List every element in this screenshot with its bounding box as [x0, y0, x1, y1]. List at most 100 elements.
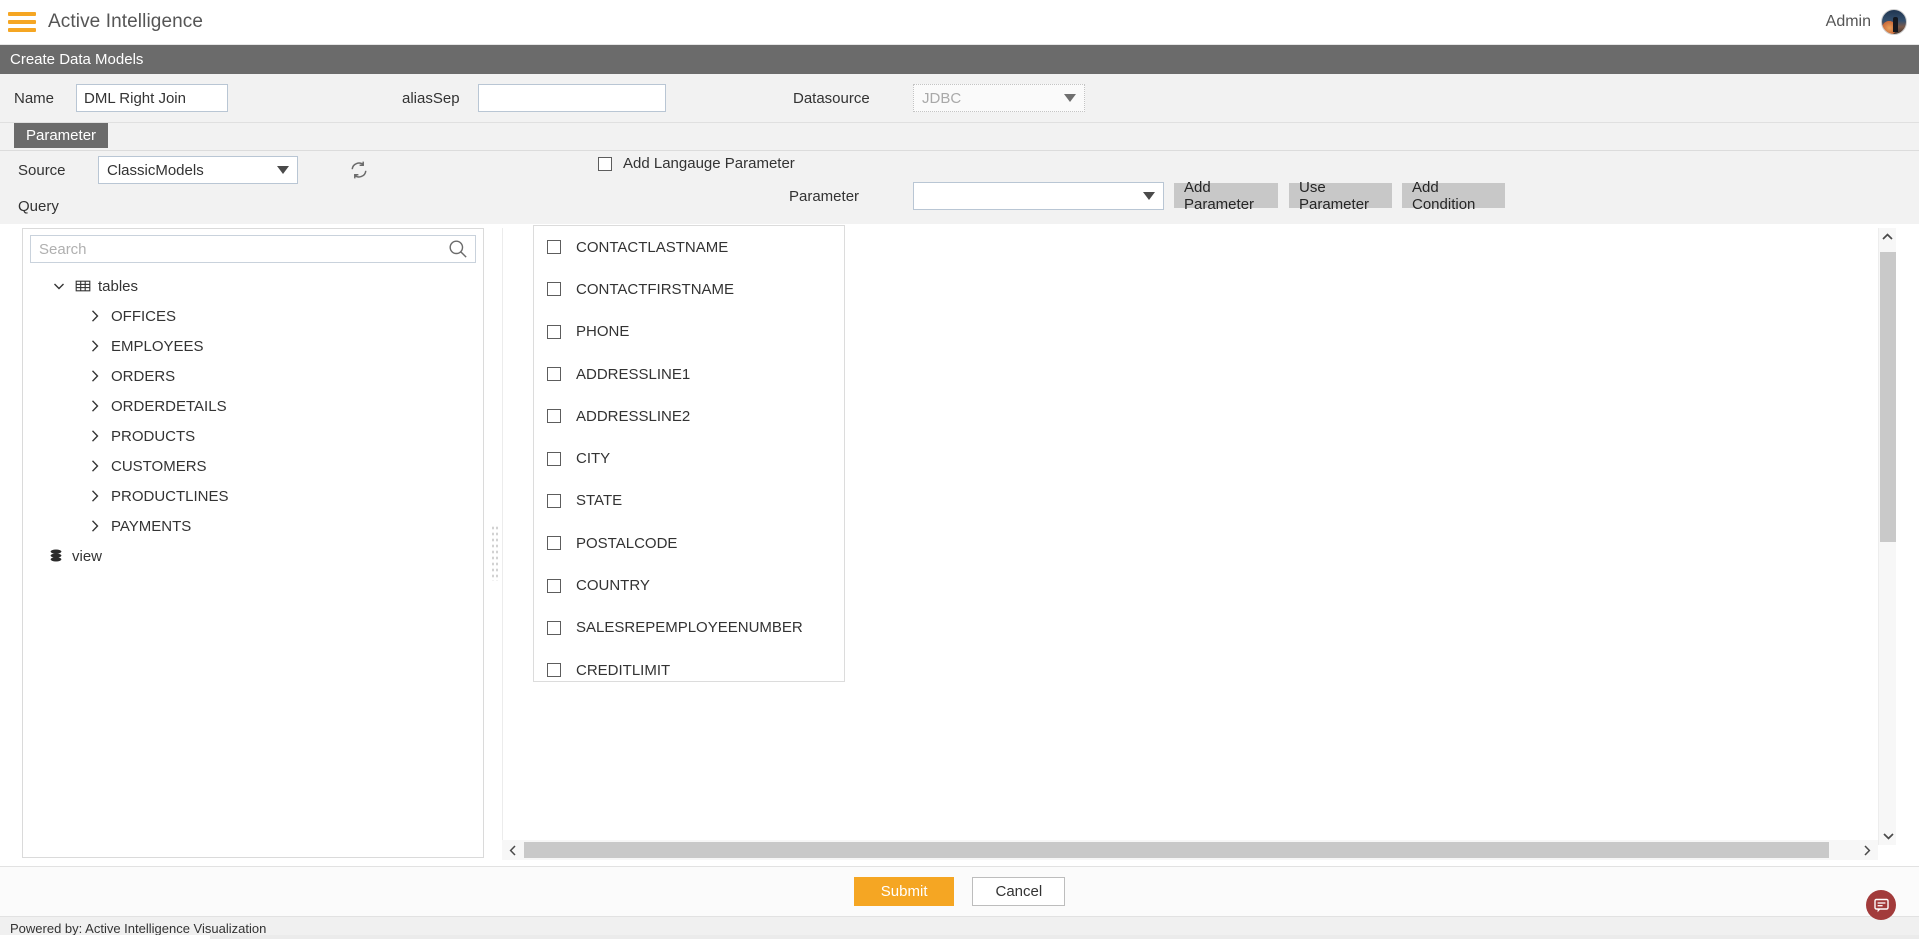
add-language-parameter-checkbox[interactable]: Add Langauge Parameter: [598, 155, 795, 172]
hamburger-icon[interactable]: [8, 12, 36, 32]
scroll-right-arrow[interactable]: [1856, 844, 1878, 856]
name-label: Name: [14, 90, 55, 107]
add-condition-label: Add Condition: [1412, 178, 1476, 213]
aliassep-label: aliasSep: [402, 90, 460, 107]
add-condition-button[interactable]: Add Condition: [1402, 179, 1505, 213]
field-checkbox[interactable]: [547, 578, 561, 593]
parameter-select[interactable]: [913, 182, 1164, 210]
field-checkbox[interactable]: [547, 324, 561, 339]
tab-parameter-label: Parameter: [26, 127, 97, 144]
panel-splitter[interactable]: [489, 520, 501, 585]
grid-icon: [75, 280, 91, 292]
chevron-down-icon: [277, 166, 289, 174]
search-icon[interactable]: [447, 238, 469, 260]
chevron-right-icon: [91, 370, 99, 382]
field-checkbox[interactable]: [547, 409, 561, 424]
field-row[interactable]: PHONE: [534, 311, 844, 353]
field-list-box: CONTACTLASTNAME CONTACTFIRSTNAME PHONE ADDR…: [533, 225, 845, 682]
chevron-right-icon: [91, 400, 99, 412]
field-row[interactable]: STATE: [534, 480, 844, 522]
field-label: CONTACTFIRSTNAME: [576, 280, 735, 298]
powered-by-label: Powered by: Active Intelligence Visualiz…: [10, 920, 267, 936]
datasource-label: Datasource: [793, 90, 870, 107]
parameter-panel: Source ClassicModels Add Langauge Parame…: [0, 150, 1919, 224]
scroll-left-arrow[interactable]: [502, 844, 524, 856]
avatar[interactable]: [1881, 9, 1907, 35]
tree-node-label: OFFICES: [111, 307, 177, 325]
field-row[interactable]: ADDRESSLINE2: [534, 395, 844, 437]
chevron-right-icon: [91, 310, 99, 322]
chevron-down-icon: [1064, 94, 1076, 102]
field-row[interactable]: POSTALCODE: [534, 522, 844, 564]
chevron-right-icon: [91, 460, 99, 472]
field-label: COUNTRY: [576, 577, 650, 595]
datasource-select[interactable]: JDBC: [913, 84, 1085, 112]
field-checkbox[interactable]: [547, 240, 561, 255]
refresh-icon[interactable]: [349, 160, 369, 180]
field-row[interactable]: COUNTRY: [534, 564, 844, 606]
tree-node-employees[interactable]: EMPLOYEES: [23, 331, 483, 361]
tree-node-label: ORDERS: [111, 367, 176, 385]
field-row[interactable]: CONTACTLASTNAME: [534, 226, 844, 268]
horizontal-scrollbar-thumb[interactable]: [524, 842, 1829, 858]
field-checkbox[interactable]: [547, 367, 561, 382]
tree-children: OFFICES EMPLOYEES ORDERS ORDERDETAILS PRODUC…: [23, 301, 483, 541]
field-checkbox[interactable]: [547, 451, 561, 466]
aliassep-input[interactable]: [478, 84, 666, 112]
tree-node-orderdetails[interactable]: ORDERDETAILS: [23, 391, 483, 421]
field-row[interactable]: SALESREPEMPLOYEENUMBER: [534, 607, 844, 649]
field-checkbox[interactable]: [547, 282, 561, 297]
field-checkbox[interactable]: [547, 620, 561, 635]
tree-node-offices[interactable]: OFFICES: [23, 301, 483, 331]
submit-button[interactable]: Submit: [853, 877, 955, 906]
use-parameter-label: Use Parameter: [1299, 178, 1370, 213]
chevron-down-icon: [1143, 192, 1155, 200]
query-label: Query: [18, 198, 59, 215]
field-row[interactable]: CREDITLIMIT: [534, 649, 844, 681]
scroll-down-arrow[interactable]: [1879, 827, 1897, 845]
hamburger-bar: [8, 12, 36, 16]
tree-node-label: PAYMENTS: [111, 517, 192, 535]
tree-node-productlines[interactable]: PRODUCTLINES: [23, 481, 483, 511]
field-label: POSTALCODE: [576, 534, 678, 552]
field-row[interactable]: CITY: [534, 437, 844, 479]
tree-node-label: PRODUCTS: [111, 427, 196, 445]
chat-button[interactable]: [1866, 890, 1896, 920]
chevron-down-icon: [54, 283, 64, 290]
field-row[interactable]: ADDRESSLINE1: [534, 353, 844, 395]
tab-parameter[interactable]: Parameter: [14, 123, 109, 148]
page-title: Create Data Models: [10, 51, 144, 68]
tree-node-view[interactable]: view: [23, 541, 483, 571]
tree-node-payments[interactable]: PAYMENTS: [23, 511, 483, 541]
field-checkbox[interactable]: [547, 493, 561, 508]
vertical-scrollbar-thumb[interactable]: [1880, 252, 1896, 542]
tree-node-orders[interactable]: ORDERS: [23, 361, 483, 391]
field-checkbox[interactable]: [547, 663, 561, 678]
vertical-scrollbar[interactable]: [1878, 228, 1896, 845]
tree-node-products[interactable]: PRODUCTS: [23, 421, 483, 451]
model-form-row: Name aliasSep Datasource JDBC: [0, 74, 1919, 123]
field-label: SALESREPEMPLOYEENUMBER: [576, 619, 803, 637]
use-parameter-button[interactable]: Use Parameter: [1289, 179, 1392, 213]
footer-accent: [210, 935, 1919, 939]
tree-node-tables[interactable]: tables: [23, 271, 483, 301]
field-row[interactable]: CONTACTFIRSTNAME: [534, 268, 844, 310]
database-icon: [50, 549, 62, 562]
field-checkbox[interactable]: [547, 536, 561, 551]
app-title: Active Intelligence: [48, 11, 204, 32]
chevron-right-icon: [91, 520, 99, 532]
source-select[interactable]: ClassicModels: [98, 156, 298, 184]
chevron-right-icon: [91, 340, 99, 352]
app-bar-right: Admin: [1826, 9, 1919, 35]
chat-icon: [1873, 898, 1889, 912]
scroll-up-arrow[interactable]: [1879, 228, 1896, 246]
horizontal-scrollbar[interactable]: [502, 840, 1878, 860]
search-input[interactable]: [31, 240, 447, 258]
field-label: CREDITLIMIT: [576, 661, 671, 679]
cancel-button[interactable]: Cancel: [972, 877, 1066, 906]
tree: tables OFFICES EMPLOYEES ORDERS ORDERDETAIL…: [23, 263, 483, 571]
tree-node-customers[interactable]: CUSTOMERS: [23, 451, 483, 481]
search-box[interactable]: [30, 235, 476, 263]
add-parameter-button[interactable]: Add Parameter: [1174, 179, 1278, 213]
name-input[interactable]: [76, 84, 228, 112]
